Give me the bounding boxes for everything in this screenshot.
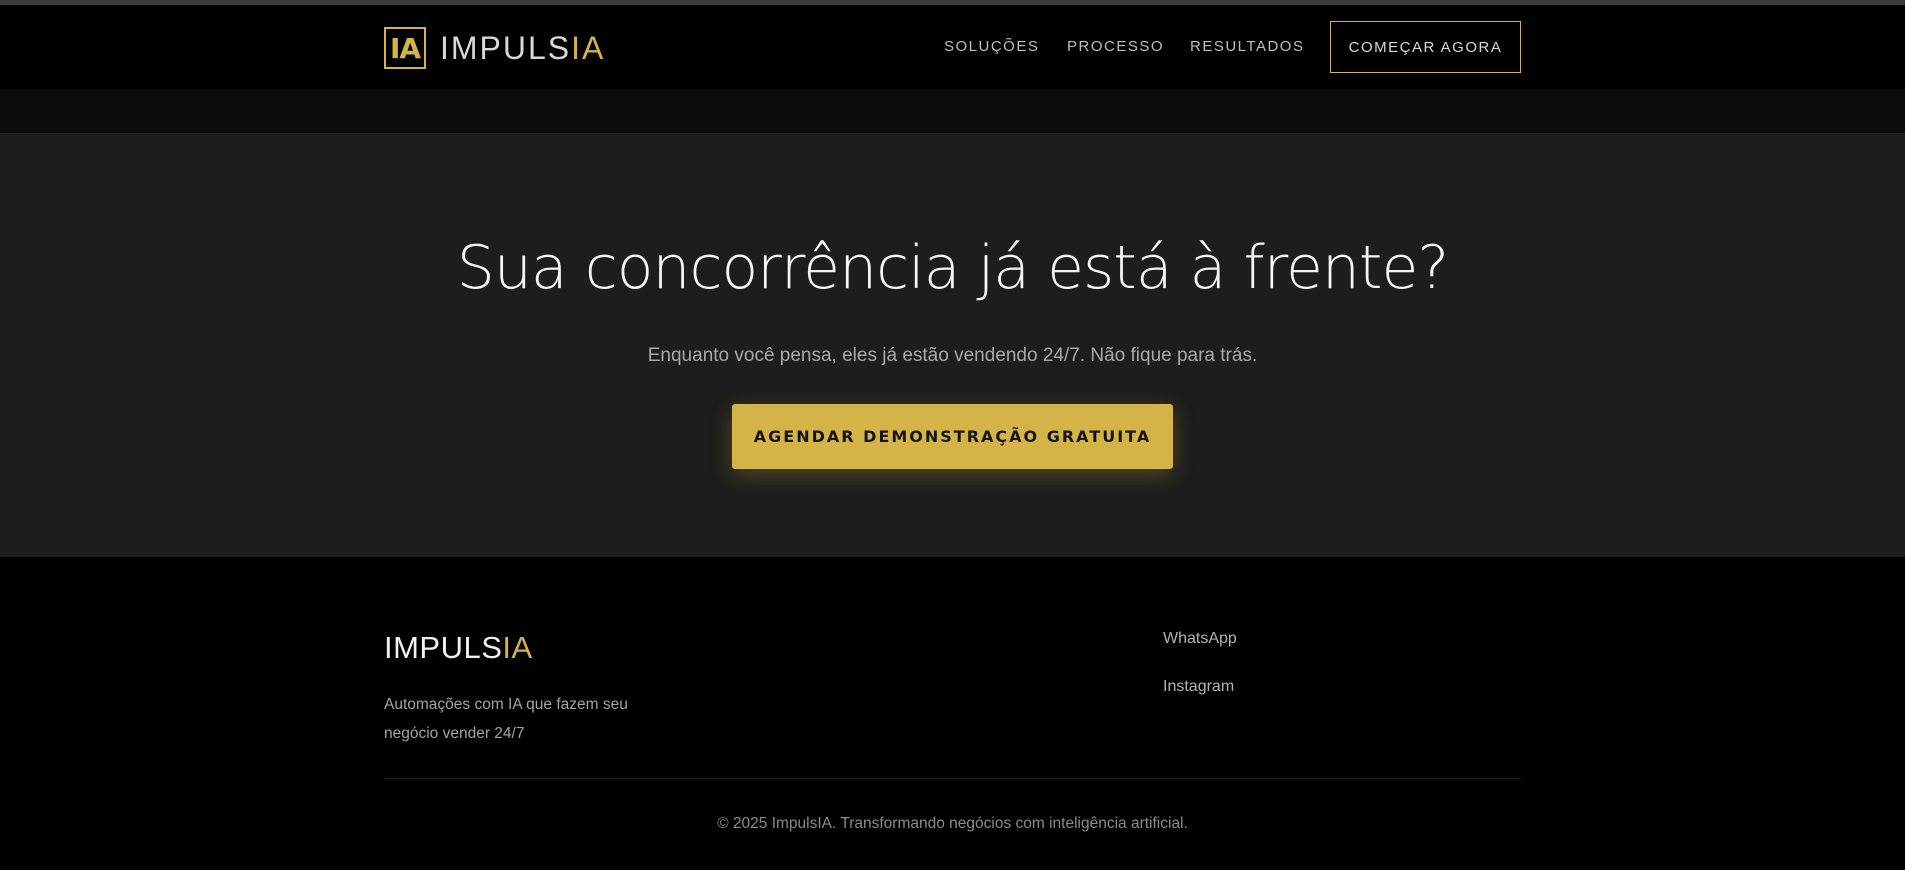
brand-logo[interactable]: IA IMPULSIA bbox=[384, 27, 605, 69]
schedule-demo-button[interactable]: AGENDAR DEMONSTRAÇÃO GRATUITA bbox=[732, 404, 1173, 469]
footer-description: Automações com IA que fazem seu negócio … bbox=[384, 696, 628, 742]
logo-wordmark: IMPULSIA bbox=[440, 30, 605, 67]
footer-logo: IMPULSIA bbox=[384, 630, 533, 666]
logo-text-accent: IA bbox=[571, 29, 606, 66]
site-footer: IMPULSIA Automações com IA que fazem seu… bbox=[0, 557, 1905, 870]
footer-logo-main: IMPULS bbox=[384, 630, 503, 665]
footer-copyright: © 2025 ImpulsIA. Transformando negócios … bbox=[717, 815, 1188, 832]
nav-link-processo[interactable]: PROCESSO bbox=[1067, 38, 1164, 55]
site-header: IA IMPULSIA SOLUÇÕES PROCESSO RESULTADOS… bbox=[0, 5, 1905, 89]
hero-title: Sua concorrência já está à frente? bbox=[456, 233, 1449, 303]
hero-section: Sua concorrência já está à frente? Enqua… bbox=[0, 133, 1905, 557]
footer-link-whatsapp[interactable]: WhatsApp bbox=[1163, 630, 1237, 648]
hero-subtitle: Enquanto você pensa, eles já estão vende… bbox=[647, 345, 1258, 366]
nav-link-resultados[interactable]: RESULTADOS bbox=[1190, 38, 1304, 55]
logo-mark: IA bbox=[384, 27, 426, 69]
logo-text-main: IMPULS bbox=[440, 29, 572, 66]
header-band bbox=[0, 89, 1905, 133]
nav-link-solucoes[interactable]: SOLUÇÕES bbox=[944, 38, 1039, 55]
footer-link-instagram[interactable]: Instagram bbox=[1163, 678, 1234, 696]
footer-divider bbox=[384, 778, 1521, 779]
footer-logo-accent: IA bbox=[502, 630, 533, 665]
start-now-button[interactable]: COMEÇAR AGORA bbox=[1330, 21, 1521, 73]
